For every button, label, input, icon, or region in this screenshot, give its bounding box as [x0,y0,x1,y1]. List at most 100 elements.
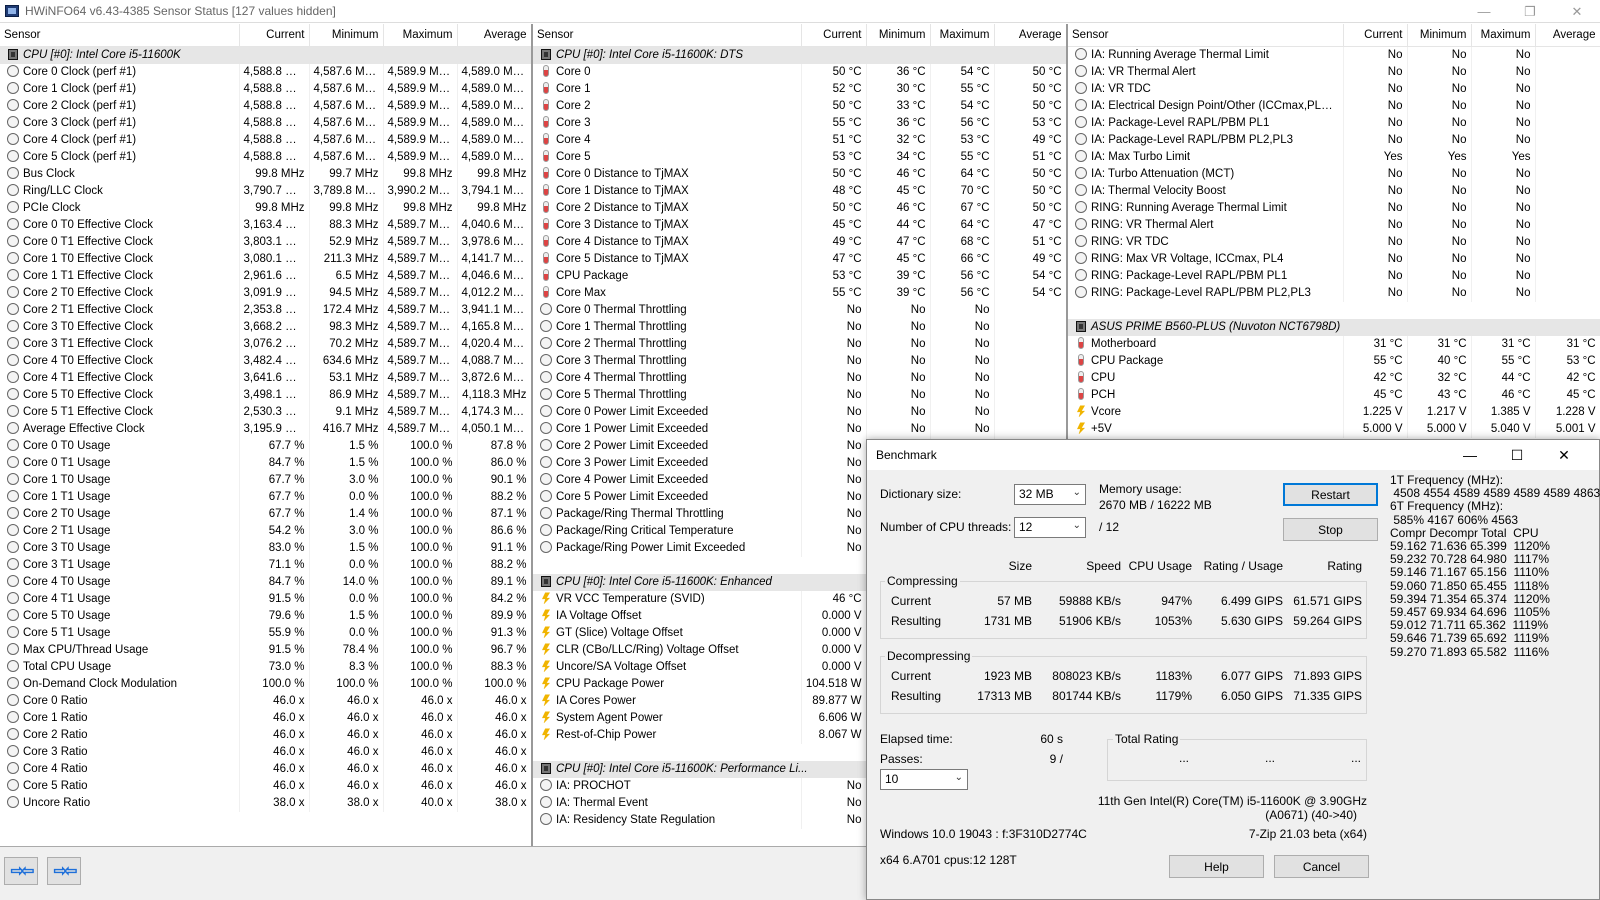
table-row[interactable]: On-Demand Clock Modulation 100.0 % 100.0 %… [0,675,531,693]
col-maximum-header[interactable]: Maximum [1471,24,1536,47]
table-row[interactable]: RING: Package-Level RAPL/PBM PL2,PL3 No No… [1068,284,1600,302]
table-row[interactable]: Core 4 Thermal Throttling No No No [533,369,1066,387]
col-current-header[interactable]: Current [239,24,310,47]
table-row[interactable]: Core 2 50 °C 33 °C 54 °C 50 °C [533,97,1066,115]
table-row[interactable]: Core 5 T0 Usage 79.6 % 1.5 % 100.0 % 89.9 % [0,607,531,625]
table-row[interactable]: CPU Package 53 °C 39 °C 56 °C 54 °C [533,267,1066,285]
col-sensor-header[interactable]: Sensor [0,24,240,47]
table-row[interactable]: Core 1 Clock (perf #1) 4,588.8 MHz 4,587.6… [0,80,531,98]
cancel-button[interactable]: Cancel [1274,855,1369,878]
table-row[interactable]: Core 2 Ratio 46.0 x 46.0 x 46.0 x 46.0 x [0,726,531,744]
table-row[interactable]: Core 4 T1 Effective Clock 3,641.6 MHz 53.1… [0,369,531,387]
table-row[interactable]: Core 2 T1 Usage 54.2 % 3.0 % 100.0 % 86.6 % [0,522,531,540]
table-row[interactable]: RING: Running Average Thermal Limit No No N… [1068,199,1600,217]
scroll-right-arrows-icon[interactable]: ⇨⇦ [47,857,81,885]
table-row[interactable]: Core 1 T0 Effective Clock 3,080.1 MHz 211.… [0,250,531,268]
table-row[interactable]: Average Effective Clock 3,195.9 MHz 416.7 … [0,420,531,438]
table-row[interactable]: Core 0 T1 Effective Clock 3,803.1 MHz 52.9… [0,233,531,251]
table-row[interactable]: Core 3 T0 Usage 83.0 % 1.5 % 100.0 % 91.1 % [0,539,531,557]
col-sensor-header[interactable]: Sensor [1068,24,1344,47]
table-row[interactable]: Core 3 Clock (perf #1) 4,588.8 MHz 4,587.6… [0,114,531,132]
table-row[interactable]: Core 4 Ratio 46.0 x 46.0 x 46.0 x 46.0 x [0,760,531,778]
table-row[interactable]: RING: VR TDC No No No [1068,233,1600,251]
table-row[interactable]: RING: VR Thermal Alert No No No [1068,216,1600,234]
group-header-row[interactable]: ASUS PRIME B560-PLUS (Nuvoton NCT6798D) [1068,318,1600,336]
table-row[interactable]: Motherboard 31 °C 31 °C 31 °C 31 °C [1068,335,1600,353]
col-current-header[interactable]: Current [801,24,867,47]
table-row[interactable]: Core 0 Thermal Throttling No No No [533,301,1066,319]
col-minimum-header[interactable]: Minimum [309,24,384,47]
close-icon[interactable]: ✕ [1541,440,1587,470]
table-row[interactable]: Core 0 Clock (perf #1) 4,588.8 MHz 4,587.6… [0,63,531,81]
table-row[interactable]: Core 3 Ratio 46.0 x 46.0 x 46.0 x 46.0 x [0,743,531,761]
table-row[interactable]: Core 1 T1 Usage 67.7 % 0.0 % 100.0 % 88.2 % [0,488,531,506]
table-row[interactable]: Core 5 53 °C 34 °C 55 °C 51 °C [533,148,1066,166]
table-row[interactable]: Core 3 T1 Usage 71.1 % 0.0 % 100.0 % 88.2 % [0,556,531,574]
table-row[interactable]: Bus Clock 99.8 MHz 99.7 MHz 99.8 MHz 99.8 MH… [0,165,531,183]
table-row[interactable]: Core 0 Power Limit Exceeded No No No [533,403,1066,421]
table-row[interactable]: Core 1 Thermal Throttling No No No [533,318,1066,336]
col-minimum-header[interactable]: Minimum [1407,24,1472,47]
table-row[interactable]: Core 0 T0 Effective Clock 3,163.4 MHz 88.3… [0,216,531,234]
table-row[interactable]: IA: Running Average Thermal Limit No No No [1068,46,1600,64]
table-row[interactable]: Core 2 Distance to TjMAX 50 °C 46 °C 67 °C 5… [533,199,1066,217]
passes-select[interactable]: 10 ⌄ [880,769,968,790]
table-row[interactable]: Core 0 T1 Usage 84.7 % 1.5 % 100.0 % 86.0 % [0,454,531,472]
col-maximum-header[interactable]: Maximum [930,24,995,47]
table-row[interactable]: Core 0 Distance to TjMAX 50 °C 46 °C 64 °C 5… [533,165,1066,183]
table-row[interactable]: PCIe Clock 99.8 MHz 99.8 MHz 99.8 MHz 99.8 M… [0,199,531,217]
table-row[interactable]: Core 2 T0 Effective Clock 3,091.9 MHz 94.5… [0,284,531,302]
table-row[interactable]: PCH 45 °C 43 °C 46 °C 45 °C [1068,386,1600,404]
table-row[interactable]: Core 5 Ratio 46.0 x 46.0 x 46.0 x 46.0 x [0,777,531,795]
col-average-header[interactable]: Average [994,24,1066,47]
table-row[interactable]: IA: Max Turbo Limit Yes Yes Yes [1068,148,1600,166]
table-row[interactable]: Core 5 Clock (perf #1) 4,588.8 MHz 4,587.6… [0,148,531,166]
table-row[interactable]: Core 0 T0 Usage 67.7 % 1.5 % 100.0 % 87.8 % [0,437,531,455]
restart-button[interactable]: Restart [1283,483,1378,506]
table-row[interactable]: Uncore Ratio 38.0 x 38.0 x 40.0 x 38.0 x [0,794,531,812]
table-row[interactable]: CPU Package 55 °C 40 °C 55 °C 53 °C [1068,352,1600,370]
table-row[interactable]: Core 1 52 °C 30 °C 55 °C 50 °C [533,80,1066,98]
cpu-threads-select[interactable]: 12 ⌄ [1014,517,1086,538]
col-sensor-header[interactable]: Sensor [533,24,802,47]
col-average-header[interactable]: Average [457,24,531,47]
table-row[interactable]: Core 4 T0 Usage 84.7 % 14.0 % 100.0 % 89.1 % [0,573,531,591]
table-row[interactable]: Core 5 T1 Effective Clock 2,530.3 MHz 9.1 … [0,403,531,421]
close-icon[interactable]: ✕ [1554,0,1600,23]
table-row[interactable]: Core Max 55 °C 39 °C 56 °C 54 °C [533,284,1066,302]
col-maximum-header[interactable]: Maximum [383,24,458,47]
table-row[interactable]: RING: Package-Level RAPL/PBM PL1 No No No [1068,267,1600,285]
group-header-row[interactable]: CPU [#0]: Intel Core i5-11600K [0,46,531,64]
table-row[interactable]: IA: VR TDC No No No [1068,80,1600,98]
table-row[interactable]: IA: Thermal Velocity Boost No No No [1068,182,1600,200]
maximize-icon[interactable]: ❐ [1507,0,1553,23]
table-row[interactable]: Max CPU/Thread Usage 91.5 % 78.4 % 100.0 % 9… [0,641,531,659]
dictionary-size-select[interactable]: 32 MB ⌄ [1014,484,1086,505]
table-row[interactable]: Core 4 Clock (perf #1) 4,588.8 MHz 4,587.6… [0,131,531,149]
table-row[interactable]: Core 5 T1 Usage 55.9 % 0.0 % 100.0 % 91.3 % [0,624,531,642]
table-row[interactable]: Core 3 55 °C 36 °C 56 °C 53 °C [533,114,1066,132]
table-row[interactable]: Core 2 T1 Effective Clock 2,353.8 MHz 172.… [0,301,531,319]
table-row[interactable]: Core 5 Distance to TjMAX 47 °C 45 °C 66 °C 4… [533,250,1066,268]
table-row[interactable]: Core 1 Distance to TjMAX 48 °C 45 °C 70 °C 5… [533,182,1066,200]
col-current-header[interactable]: Current [1343,24,1408,47]
minimize-icon[interactable]: — [1447,440,1493,470]
minimize-icon[interactable]: — [1461,0,1507,23]
maximize-icon[interactable]: ☐ [1494,440,1540,470]
table-row[interactable]: Core 3 Thermal Throttling No No No [533,352,1066,370]
table-row[interactable]: IA: Package-Level RAPL/PBM PL2,PL3 No No No [1068,131,1600,149]
stop-button[interactable]: Stop [1283,518,1378,541]
table-row[interactable]: Core 4 51 °C 32 °C 53 °C 49 °C [533,131,1066,149]
table-row[interactable]: Core 3 Distance to TjMAX 45 °C 44 °C 64 °C 4… [533,216,1066,234]
table-row[interactable]: +5V 5.000 V 5.000 V 5.040 V 5.001 V [1068,420,1600,438]
table-row[interactable]: Core 0 50 °C 36 °C 54 °C 50 °C [533,63,1066,81]
group-header-row[interactable]: CPU [#0]: Intel Core i5-11600K: DTS [533,46,1066,64]
table-row[interactable]: Core 4 Distance to TjMAX 49 °C 47 °C 68 °C 5… [533,233,1066,251]
table-row[interactable]: Core 2 Clock (perf #1) 4,588.8 MHz 4,587.6… [0,97,531,115]
table-row[interactable]: Core 2 Thermal Throttling No No No [533,335,1066,353]
col-average-header[interactable]: Average [1535,24,1600,47]
table-row[interactable]: Core 4 T1 Usage 91.5 % 0.0 % 100.0 % 84.2 % [0,590,531,608]
table-row[interactable]: IA: Turbo Attenuation (MCT) No No No [1068,165,1600,183]
table-row[interactable]: Core 2 T0 Usage 67.7 % 1.4 % 100.0 % 87.1 % [0,505,531,523]
sensor-panel-1[interactable]: Sensor Current Minimum Maximum Average C… [0,24,533,846]
